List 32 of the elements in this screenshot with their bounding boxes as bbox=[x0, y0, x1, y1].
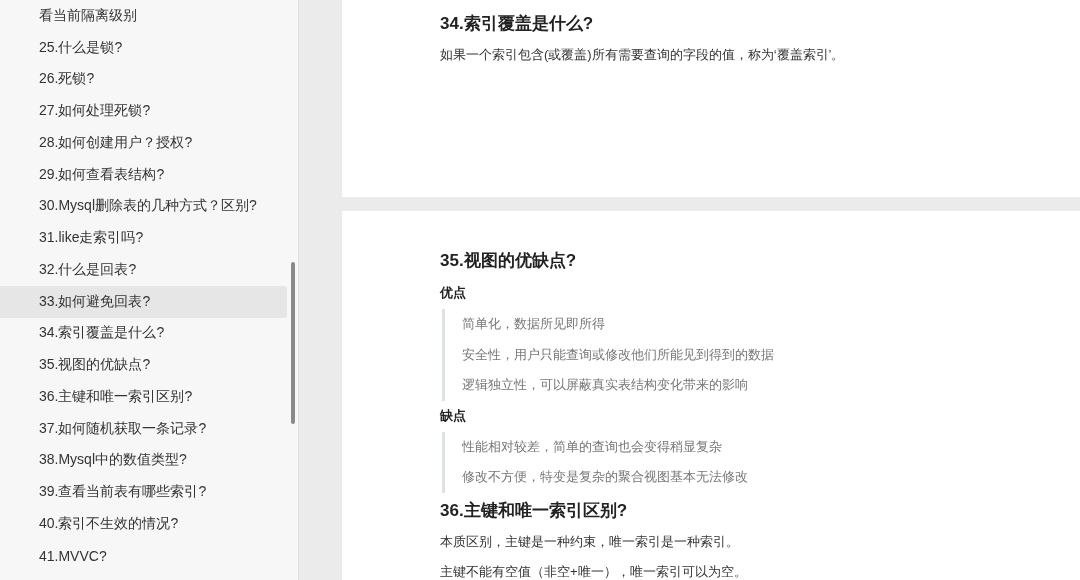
section-heading: 34.索引覆盖是什么? bbox=[440, 13, 595, 35]
outline-item[interactable]: 39.查看当前表有哪些索引? bbox=[0, 476, 287, 508]
paragraph: 本质区别，主键是一种约束，唯一索引是一种索引。 bbox=[440, 533, 740, 550]
outline-item[interactable]: 35.视图的优缺点? bbox=[0, 349, 287, 381]
quote-line: 安全性，用户只能查询或修改他们所能见到得到的数据 bbox=[462, 345, 775, 364]
subheading: 优点 bbox=[440, 284, 467, 302]
quote-line: 修改不方便，特变是复杂的聚合视图基本无法修改 bbox=[462, 468, 749, 486]
quote-line: 简单化，数据所见即所得 bbox=[462, 315, 606, 333]
outline-item[interactable]: 25.什么是锁? bbox=[0, 31, 287, 64]
outline-item[interactable]: 38.Mysql中的数值类型? bbox=[0, 444, 287, 477]
outline-item[interactable]: 37.如何随机获取一条记录? bbox=[0, 412, 287, 445]
section-heading: 36.主键和唯一索引区别? bbox=[440, 499, 629, 522]
outline-item[interactable]: 30.Mysql删除表的几种方式？区别? bbox=[0, 190, 287, 223]
outline-item[interactable]: 看当前隔离级别 bbox=[0, 0, 287, 32]
outline-item[interactable]: 27.如何处理死锁? bbox=[0, 95, 287, 127]
outline-item[interactable]: 29.如何查看表结构? bbox=[0, 158, 287, 191]
outline-item[interactable]: 40.索引不生效的情况? bbox=[0, 508, 287, 540]
scrollbar-thumb[interactable] bbox=[291, 262, 295, 424]
paragraph: 如果一个索引包含(或覆盖)所有需要查询的字段的值，称为‘覆盖索引’。 bbox=[440, 47, 846, 63]
subheading: 缺点 bbox=[440, 406, 467, 425]
outline-item[interactable]: 31.like走索引吗? bbox=[0, 222, 287, 254]
quote-line: 逻辑独立性，可以屏蔽真实表结构变化带来的影响 bbox=[462, 376, 749, 394]
outline-item[interactable]: 26.死锁? bbox=[0, 63, 287, 96]
outline-item[interactable]: 32.什么是回表? bbox=[0, 254, 287, 286]
outline-item[interactable]: 41.MVVC? bbox=[0, 539, 287, 572]
quote-line: 性能相对较差，简单的查询也会变得稍显复杂 bbox=[462, 437, 723, 456]
outline-item[interactable]: 34.索引覆盖是什么? bbox=[0, 317, 287, 350]
outline-item[interactable]: 36.主键和唯一索引区别? bbox=[0, 381, 287, 413]
outline-item[interactable]: 33.如何避免回表? bbox=[0, 285, 287, 318]
section-heading: 35.视图的优缺点? bbox=[440, 250, 578, 272]
outline-item[interactable]: 28.如何创建用户？授权? bbox=[0, 127, 287, 159]
paragraph: 主键不能有空值（非空+唯一），唯一索引可以为空。 bbox=[440, 563, 748, 580]
